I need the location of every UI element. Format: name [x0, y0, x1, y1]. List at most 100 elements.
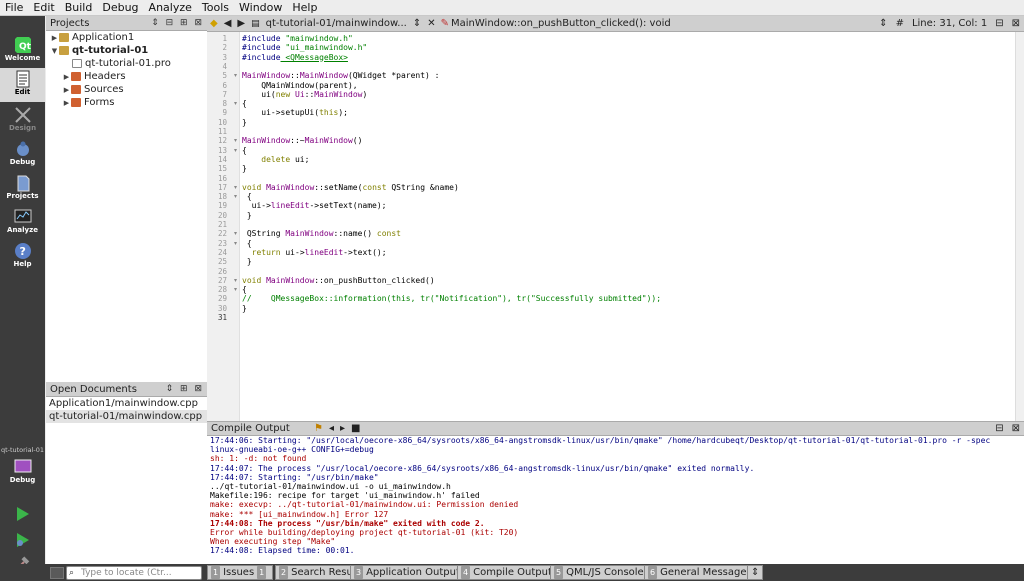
code-line[interactable]: }	[242, 164, 247, 173]
code-line[interactable]: }	[242, 118, 247, 127]
symbol-selector[interactable]: MainWindow::on_pushButton_clicked(): voi…	[451, 18, 875, 29]
code-line[interactable]: delete ui;	[242, 155, 309, 164]
code-line[interactable]: QString MainWindow::name() const	[242, 229, 401, 238]
dropdown-icon[interactable]: ⇕	[413, 18, 421, 29]
code-editor[interactable]: 1 2 3 4 5 ▾ 6 7 8 ▾ 9 10 11 12 ▾ 13 ▾ 14 15 16 17 ▾ 18 ▾ 19 20 21 2…	[207, 32, 1024, 421]
output-tab-general-messages[interactable]: 6 General Messages	[644, 565, 756, 580]
menu-window[interactable]: Window	[234, 1, 287, 14]
fold-marker-icon[interactable]: ▾	[234, 72, 237, 79]
output-tab-issues[interactable]: 1 Issues 1	[207, 565, 274, 580]
menu-edit[interactable]: Edit	[28, 1, 59, 14]
output-line: ../qt-tutorial-01/mainwindow.ui -o ui_ma…	[210, 481, 451, 491]
split-icon[interactable]: ⊟	[995, 18, 1003, 29]
mode-welcome[interactable]: Qt Welcome	[0, 34, 45, 68]
menu-help[interactable]: Help	[287, 1, 322, 14]
output-tab-compile-output[interactable]: 4 Compile Output	[457, 565, 556, 580]
close-file-icon[interactable]: ✕	[427, 18, 435, 29]
clear-output-icon[interactable]: ■	[351, 423, 360, 434]
menu-debug[interactable]: Debug	[97, 1, 143, 14]
pane-buttons[interactable]: ⇕ ⊟ ⊞ ⊠	[151, 18, 204, 28]
code-line[interactable]: void MainWindow::on_pushButton_clicked()	[242, 276, 435, 285]
fold-marker-icon[interactable]: ▾	[234, 184, 237, 191]
fold-marker-icon[interactable]: ▾	[234, 100, 237, 107]
pane-buttons[interactable]: ⇕ ⊞ ⊠	[166, 384, 204, 394]
back-arrow-icon[interactable]: ◀	[224, 18, 232, 29]
maximize-pane-icon[interactable]: ⊟	[995, 423, 1003, 434]
code-line[interactable]: return ui->lineEdit->text();	[242, 248, 387, 257]
file-tab[interactable]: qt-tutorial-01/mainwindow...	[266, 18, 407, 29]
run-icon[interactable]	[14, 506, 30, 522]
mode-analyze[interactable]: Analyze	[0, 206, 45, 240]
toggle-sidebar-icon[interactable]	[50, 566, 64, 579]
mode-edit[interactable]: Edit	[0, 68, 45, 102]
debug-run-icon[interactable]	[14, 532, 30, 548]
tree-item-pro-file[interactable]: qt-tutorial-01.pro	[46, 57, 207, 70]
menu-file[interactable]: File	[0, 1, 28, 14]
filter-icon[interactable]: ⚑	[314, 423, 323, 434]
cursor-position[interactable]: Line: 31, Col: 1	[912, 18, 987, 29]
fold-marker-icon[interactable]: ▾	[234, 230, 237, 237]
mode-design[interactable]: Design	[0, 104, 45, 138]
code-line[interactable]: }	[242, 304, 247, 313]
expand-arrow-icon[interactable]: ▶	[62, 99, 71, 107]
code-line[interactable]: // QMessageBox::information(this, tr("No…	[242, 294, 661, 303]
expand-arrow-icon[interactable]: ▶	[62, 73, 71, 81]
code-line[interactable]: #include <QMessageBox>	[242, 53, 348, 62]
close-editor-icon[interactable]: ⊠	[1012, 18, 1020, 29]
code-line[interactable]: {	[242, 192, 252, 201]
fold-marker-icon[interactable]: ▾	[234, 137, 237, 144]
fold-marker-icon[interactable]: ▾	[234, 277, 237, 284]
menu-analyze[interactable]: Analyze	[144, 1, 197, 14]
bookmark-diamond-icon[interactable]: ◆	[210, 18, 218, 29]
code-line[interactable]: MainWindow::MainWindow(QWidget *parent) …	[242, 71, 440, 80]
code-line[interactable]: }	[242, 257, 252, 266]
tree-item-application1[interactable]: ▶ Application1	[46, 31, 207, 44]
fold-marker-icon[interactable]: ▾	[234, 286, 237, 293]
tree-item-forms[interactable]: ▶ Forms	[46, 96, 207, 109]
open-document-item[interactable]: Application1/mainwindow.cpp	[46, 397, 207, 410]
code-line[interactable]: ui(new Ui::MainWindow)	[242, 90, 367, 99]
compile-output-text[interactable]: 17:44:06: Starting: "/usr/local/oecore-x…	[207, 436, 1024, 565]
code-line[interactable]: #include "ui_mainwindow.h"	[242, 43, 367, 52]
more-panes-icon[interactable]: ⇕	[747, 565, 764, 580]
menu-tools[interactable]: Tools	[197, 1, 234, 14]
output-tab-qml-js-console[interactable]: 5 QML/JS Console	[550, 565, 648, 580]
code-line[interactable]: void MainWindow::setName(const QString &…	[242, 183, 459, 192]
tree-item-sources[interactable]: ▶ Sources	[46, 83, 207, 96]
code-line[interactable]: {	[242, 99, 247, 108]
code-line[interactable]: {	[242, 146, 247, 155]
next-item-icon[interactable]: ▸	[340, 423, 345, 434]
close-pane-icon[interactable]: ⊠	[1012, 423, 1020, 434]
forward-arrow-icon[interactable]: ▶	[237, 18, 245, 29]
tree-item-qt-tutorial-01[interactable]: ▼ qt-tutorial-01	[46, 44, 207, 57]
vertical-scrollbar[interactable]	[1015, 32, 1024, 421]
code-line[interactable]: #include "mainwindow.h"	[242, 34, 353, 43]
fold-marker-icon[interactable]: ▾	[234, 240, 237, 247]
code-line[interactable]: {	[242, 285, 247, 294]
collapse-arrow-icon[interactable]: ▼	[50, 47, 59, 55]
mode-projects[interactable]: Projects	[0, 172, 45, 206]
kit-monitor-icon	[14, 459, 31, 473]
menu-build[interactable]: Build	[60, 1, 98, 14]
code-line[interactable]: QMainWindow(parent),	[242, 81, 357, 90]
open-documents-title: Open Documents	[50, 383, 137, 395]
mode-help[interactable]: ? Help	[0, 240, 45, 274]
kit-selector[interactable]: Debug	[0, 456, 45, 490]
code-line[interactable]: ui->lineEdit->setText(name);	[242, 201, 387, 210]
previous-item-icon[interactable]: ◂	[329, 423, 334, 434]
dropdown-icon[interactable]: ⇕	[879, 18, 887, 29]
fold-marker-icon[interactable]: ▾	[234, 147, 237, 154]
expand-arrow-icon[interactable]: ▶	[50, 34, 59, 42]
open-document-item[interactable]: qt-tutorial-01/mainwindow.cpp	[46, 410, 207, 423]
fold-marker-icon[interactable]: ▾	[234, 193, 237, 200]
tree-item-headers[interactable]: ▶ Headers	[46, 70, 207, 83]
locator-input[interactable]: ⌕ Type to locate (Ctr...	[66, 566, 202, 580]
expand-arrow-icon[interactable]: ▶	[62, 86, 71, 94]
code-line[interactable]: }	[242, 211, 252, 220]
code-line[interactable]: {	[242, 239, 252, 248]
code-line[interactable]: MainWindow::~MainWindow()	[242, 136, 362, 145]
code-line[interactable]: ui->setupUi(this);	[242, 108, 348, 117]
line-number: 29	[217, 294, 227, 304]
output-tab-application-output[interactable]: 3 Application Output	[350, 565, 464, 580]
mode-debug[interactable]: Debug	[0, 138, 45, 172]
